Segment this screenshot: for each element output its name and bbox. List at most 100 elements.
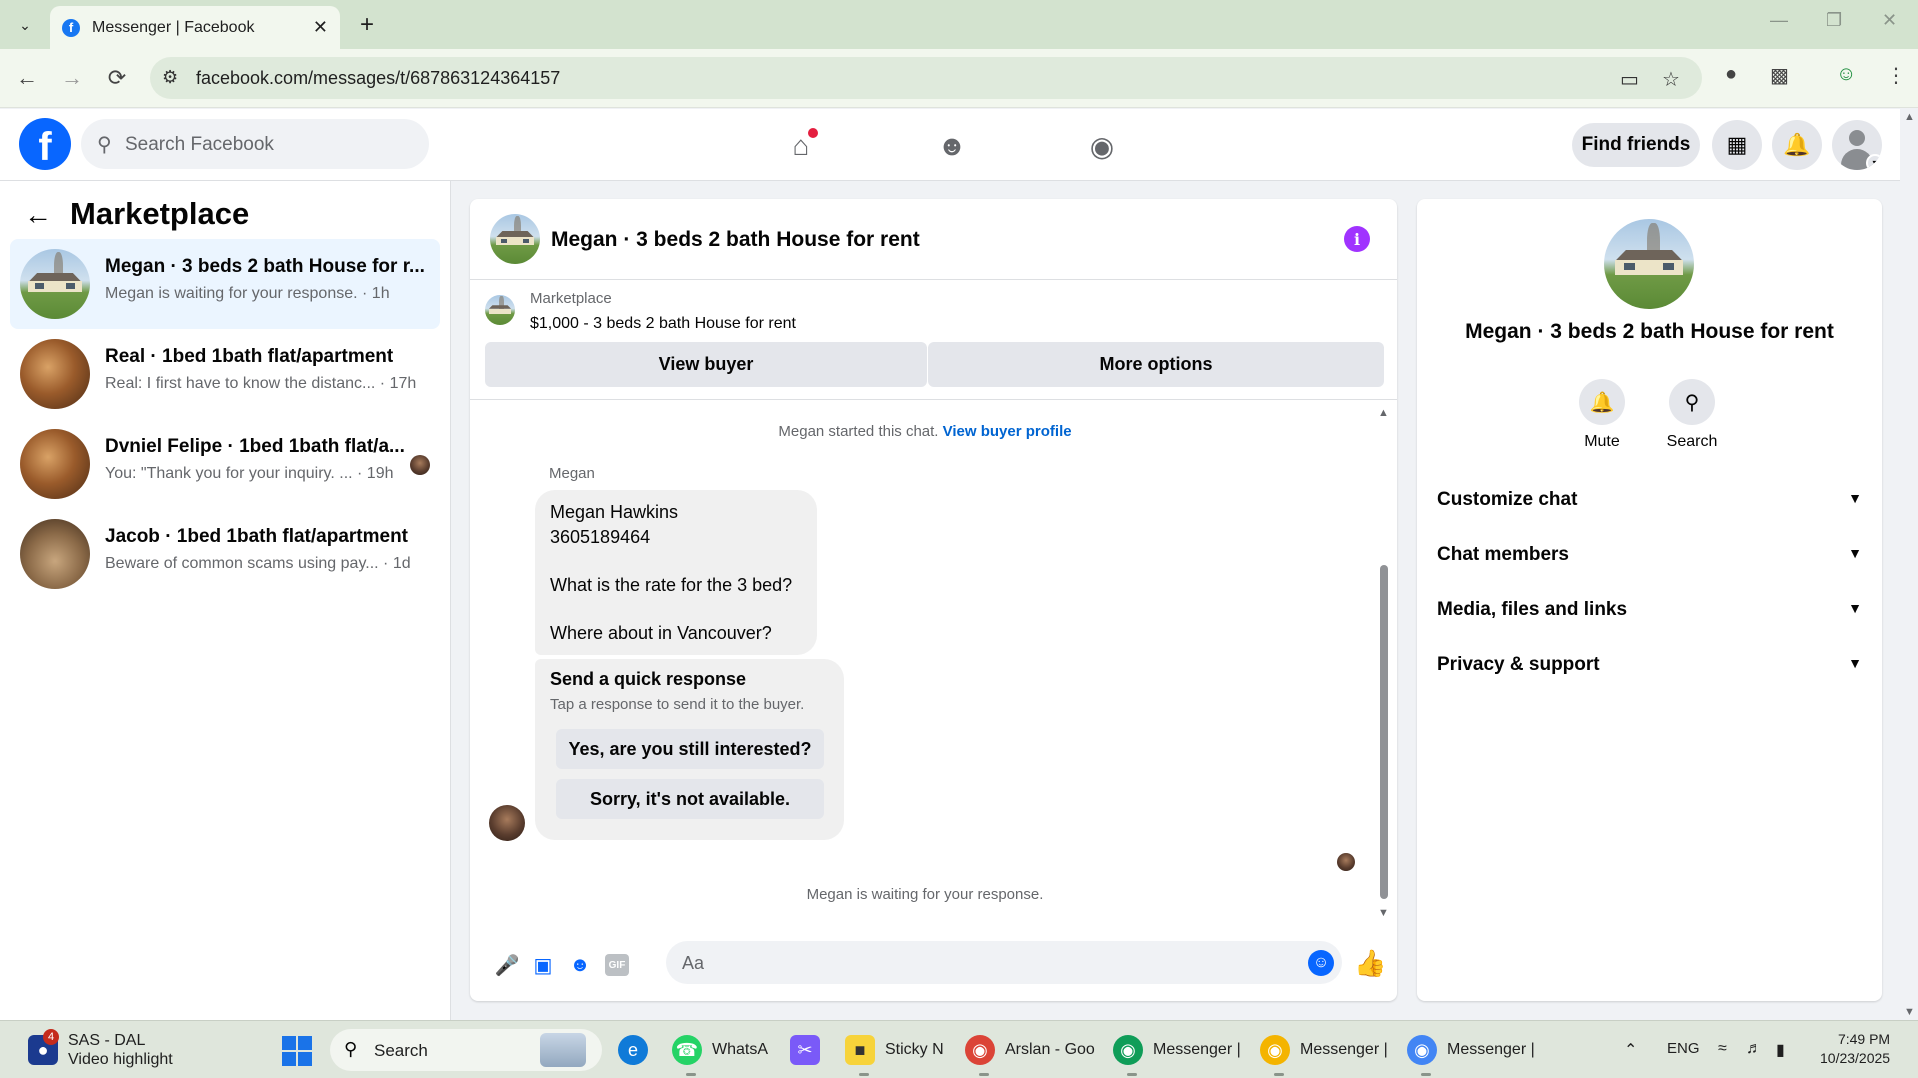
conversation-item-megan[interactable]: Megan · 3 beds 2 bath House for r... Meg… [10,239,440,329]
page-scroll-up-icon[interactable]: ▲ [1904,111,1915,123]
windows-start-icon[interactable] [282,1036,312,1066]
chrome-app-messenger-1[interactable]: ◉ Messenger | [1113,1021,1241,1078]
chrome-app-messenger-2[interactable]: ◉ Messenger | [1260,1021,1388,1078]
whatsapp-app[interactable]: ☎ WhatsA [672,1021,768,1078]
chat-members-section[interactable]: Chat members ▼ [1437,541,1862,571]
gif-icon[interactable]: GIF [605,954,629,976]
photo-icon[interactable]: ▣ [530,952,556,978]
system-clock[interactable]: 7:49 PM 10/23/2025 [1820,1030,1890,1068]
back-arrow-icon[interactable]: ← [24,199,52,231]
extensions-icon[interactable]: ▩ [1770,63,1789,88]
volume-icon[interactable]: ♬ [1746,1040,1762,1058]
info-avatar[interactable] [1604,219,1694,309]
facebook-logo-icon[interactable]: f [19,118,71,170]
window-close-icon[interactable]: ✕ [1882,10,1897,31]
emoji-icon[interactable]: ☺ [1308,950,1334,976]
avatar-head [1849,130,1865,146]
mute-label: Mute [1584,433,1620,450]
privacy-support-section[interactable]: Privacy & support ▼ [1437,651,1862,681]
snipping-tool-app[interactable]: ✂ [790,1021,830,1078]
close-tab-icon[interactable]: ✕ [313,17,328,38]
more-options-button[interactable]: More options [928,342,1384,387]
notifications-bell-icon[interactable]: 🔔 [1772,120,1822,170]
chat-scrollbar[interactable]: ▲ ▼ [1378,407,1390,919]
media-files-links-section[interactable]: Media, files and links ▼ [1437,596,1862,626]
taskbar-search-placeholder: Search [374,1041,428,1060]
home-icon[interactable]: ⌂ [781,126,821,166]
account-avatar[interactable]: ▾ [1832,120,1882,170]
sports-icon: ● 4 [28,1029,59,1065]
chevron-down-icon: ▼ [1848,545,1862,561]
language-indicator[interactable]: ENG [1667,1040,1700,1057]
listing-thumbnail[interactable] [485,295,515,325]
chat-title[interactable]: Megan · 3 beds 2 bath House for rent [551,228,920,252]
mute-button[interactable]: 🔔 Mute [1562,379,1642,451]
listing-value[interactable]: $1,000 - 3 beds 2 bath House for rent [530,315,796,333]
bookmark-star-icon[interactable]: ☆ [1662,67,1680,92]
message-line-blank [550,598,802,621]
chrome-app-arslan[interactable]: ◉ Arslan - Goo [965,1021,1095,1078]
seen-avatar [410,455,430,475]
back-icon[interactable]: ← [12,63,42,93]
clock-time: 7:49 PM [1837,1031,1891,1047]
panel-title: Marketplace [70,196,250,231]
sticky-notes-app[interactable]: ■ Sticky N [845,1021,944,1078]
conversation-item-dvniel[interactable]: Dvniel Felipe · 1bed 1bath flat/a... You… [10,419,440,509]
friends-icon[interactable]: ☻ [932,126,972,166]
running-indicator [1274,1073,1284,1076]
menu-grid-icon[interactable]: ▦ [1712,120,1762,170]
restore-icon[interactable]: ❐ [1826,10,1842,31]
edge-app[interactable]: e [618,1021,658,1078]
wifi-icon[interactable]: ≈ [1718,1040,1727,1058]
sender-avatar[interactable] [489,805,525,841]
weather-widget[interactable]: ● 4 SAS - DAL Video highlight [28,1021,173,1078]
scroll-up-icon[interactable]: ▲ [1378,407,1389,419]
scroll-thumb[interactable] [1380,565,1388,899]
scroll-down-icon[interactable]: ▼ [1378,907,1389,919]
forward-icon[interactable]: → [57,63,87,93]
view-buyer-profile-link[interactable]: View buyer profile [943,423,1072,440]
reload-icon[interactable]: ⟳ [102,63,132,93]
browser-tab[interactable]: f Messenger | Facebook ✕ [50,6,340,49]
taskbar-search[interactable]: ⚲ Search [330,1029,602,1071]
app-label: Messenger | [1153,1041,1241,1058]
quick-reply-not-available[interactable]: Sorry, it's not available. [556,779,824,819]
find-friends-button[interactable]: Find friends [1572,123,1700,167]
groups-icon[interactable]: ◉ [1082,126,1122,166]
chat-avatar[interactable] [490,214,540,264]
customize-chat-section[interactable]: Customize chat ▼ [1437,486,1862,516]
profile-icon[interactable]: ☺ [1836,63,1856,86]
battery-icon[interactable]: ▮ [1776,1040,1785,1060]
microphone-icon[interactable]: 🎤 [494,952,520,978]
facebook-search-input[interactable]: ⚲ Search Facebook [81,119,429,169]
search-icon: ⚲ [97,134,112,156]
new-tab-icon[interactable]: + [352,10,382,40]
conversation-item-jacob[interactable]: Jacob · 1bed 1bath flat/apartment Beware… [10,509,440,599]
address-bar[interactable]: ⚙ facebook.com/messages/t/68786312436415… [150,57,1702,99]
search-label: Search [1666,433,1718,450]
info-icon[interactable]: i [1344,226,1370,252]
minimize-icon[interactable]: — [1770,10,1788,31]
chevron-down-icon: ▼ [1848,655,1862,671]
chrome-icon: ◉ [1407,1035,1437,1065]
conversation-item-real[interactable]: Real · 1bed 1bath flat/apartment Real: I… [10,329,440,419]
page-scrollbar[interactable]: ▲ ▼ [1900,109,1918,1020]
install-app-icon[interactable]: ▭ [1620,67,1639,92]
edge-icon: e [618,1035,648,1065]
widget-badge: 4 [43,1029,59,1045]
tray-chevron-up-icon[interactable]: ⌃ [1624,1040,1637,1060]
page-scroll-down-icon[interactable]: ▼ [1904,1006,1915,1018]
quick-reply-still-interested[interactable]: Yes, are you still interested? [556,729,824,769]
chrome-app-messenger-3[interactable]: ◉ Messenger | [1407,1021,1535,1078]
view-buyer-button[interactable]: View buyer [485,342,927,387]
url-text[interactable]: facebook.com/messages/t/687863124364157 [196,68,560,89]
tab-search-chevron-icon[interactable]: ⌄ [10,10,40,40]
search-in-chat-button[interactable]: ⚲ Search [1652,379,1732,451]
sticker-icon[interactable]: ☻ [567,952,593,978]
thumbs-up-icon[interactable]: 👍 [1354,948,1386,979]
message-input[interactable]: Aa ☺ [666,941,1342,984]
site-info-icon[interactable]: ⚙ [162,67,178,88]
browser-menu-icon[interactable]: ⋮ [1886,63,1906,88]
chat-started-notice: Megan started this chat. View buyer prof… [470,423,1380,440]
translate-globe-icon[interactable]: ● [1725,63,1737,86]
